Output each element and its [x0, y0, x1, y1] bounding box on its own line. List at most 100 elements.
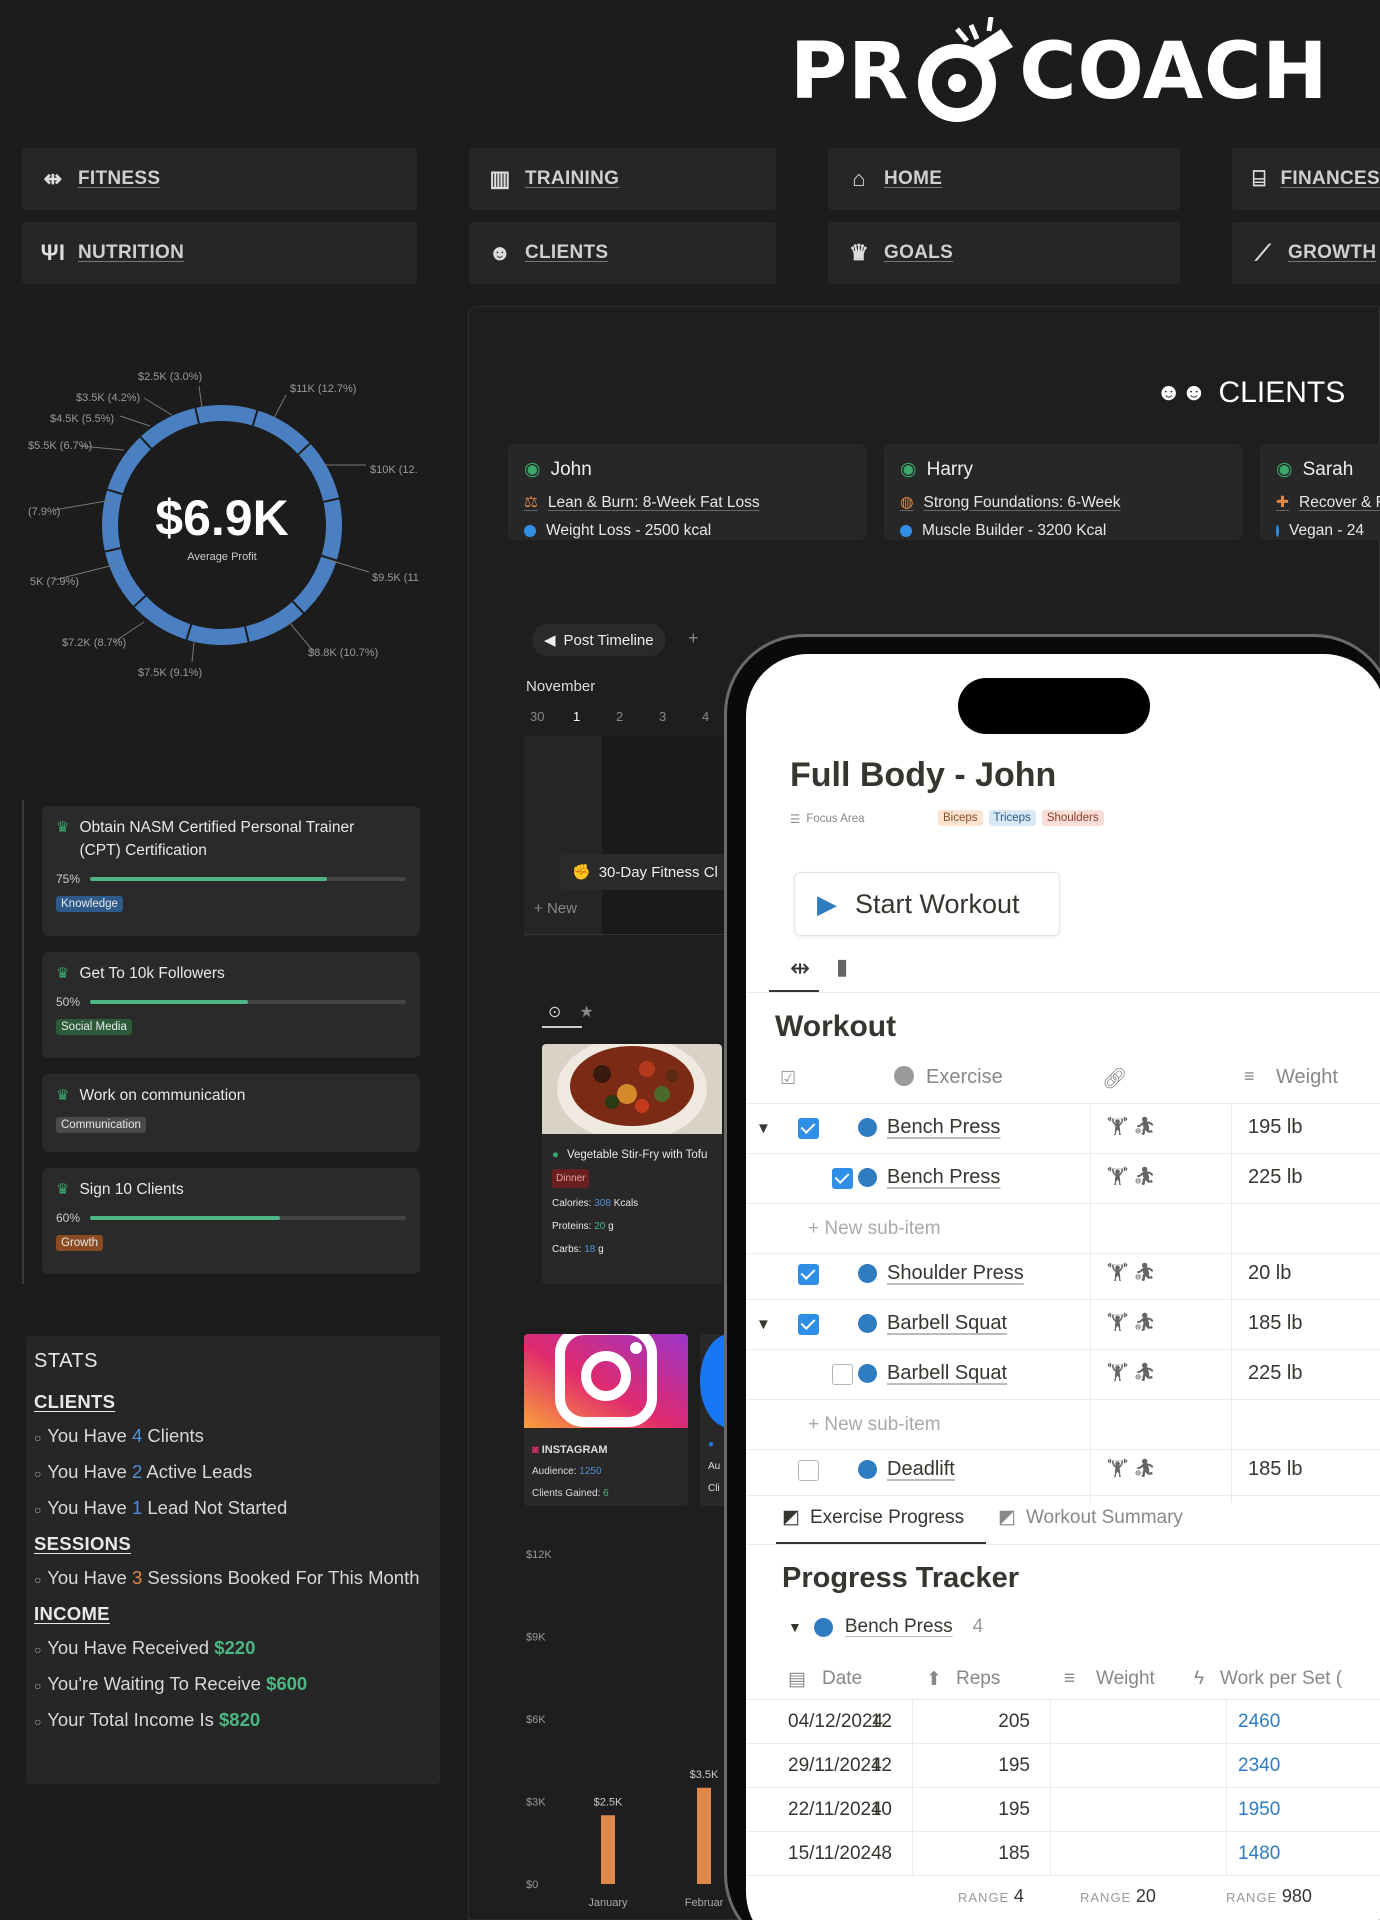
- exercise-demo-icon[interactable]: 🏋︎⛹︎: [1106, 1116, 1160, 1137]
- stat-line: ○ You Have 3 Sessions Booked For This Mon…: [34, 1567, 420, 1588]
- plan-dot-icon: [524, 525, 536, 537]
- tab-divider: [746, 992, 1380, 993]
- exercise-name[interactable]: Bench Press: [858, 1116, 1000, 1139]
- collapse-triangle-icon[interactable]: ▼: [756, 1316, 771, 1333]
- tab-dumbbell-icon[interactable]: ⇹: [790, 954, 810, 983]
- gallery-view-tabs[interactable]: ⊙ ★: [548, 1002, 594, 1022]
- tab-phone-icon[interactable]: ▮: [836, 954, 848, 980]
- progress-row[interactable]: 15/11/2024 8 185 1480: [746, 1832, 1380, 1876]
- chart-bar[interactable]: [697, 1787, 711, 1884]
- nav-clients[interactable]: ☻ CLIENTS: [469, 222, 776, 284]
- focus-tag: Biceps: [938, 810, 983, 826]
- exercise-checkbox[interactable]: [832, 1168, 853, 1189]
- progress-table-header: ▤ Date ⬆ Reps ≡ Weight ϟ Work per Set (: [746, 1656, 1380, 1700]
- donut-label: $2.5K (3.0%): [138, 371, 202, 383]
- exercise-checkbox[interactable]: [798, 1118, 819, 1139]
- exercise-name[interactable]: Barbell Squat: [858, 1312, 1007, 1335]
- tab-exercise-progress[interactable]: ◩ Exercise Progress: [782, 1506, 964, 1529]
- x-tick-label: Februar: [685, 1897, 724, 1909]
- exercise-name[interactable]: Barbell Squat: [858, 1362, 1007, 1385]
- social-name: ◙ INSTAGRAM: [532, 1444, 608, 1456]
- timeline-event[interactable]: ✊ 30-Day Fitness Cl: [560, 854, 740, 890]
- progress-row[interactable]: 04/12/2024 12 205 2460: [746, 1700, 1380, 1744]
- nav-fitness[interactable]: ⇹ FITNESS: [22, 148, 417, 210]
- exercise-name[interactable]: Bench Press: [858, 1166, 1000, 1189]
- exercise-demo-icon[interactable]: 🏋︎⛹︎: [1106, 1362, 1160, 1383]
- exercise-name[interactable]: Deadlift: [858, 1458, 955, 1481]
- exercise-demo-icon[interactable]: 🏋︎⛹︎: [1106, 1166, 1160, 1187]
- progress-work: 2340: [1238, 1755, 1281, 1776]
- goal-card[interactable]: ♛ Work on communication Communication: [42, 1074, 420, 1152]
- new-sub-item-button[interactable]: + New sub-item: [808, 1414, 941, 1436]
- donut-label: $5.5K (6.7%): [28, 440, 92, 452]
- nav-goals[interactable]: ♛ GOALS: [828, 222, 1180, 284]
- instagram-logo-icon: [524, 1334, 688, 1428]
- workout-row[interactable]: ▼ Bench Press 🏋︎⛹︎ 195 lb: [746, 1104, 1380, 1154]
- exercise-weight: 195 lb: [1248, 1116, 1303, 1138]
- tab-workout-summary[interactable]: ◩ Workout Summary: [998, 1506, 1183, 1529]
- y-tick-label: $0: [526, 1879, 538, 1891]
- exercise-weight: 185 lb: [1248, 1458, 1303, 1480]
- new-sub-item-row[interactable]: + New sub-item: [746, 1204, 1380, 1254]
- start-workout-button[interactable]: ▶ Start Workout: [794, 872, 1060, 936]
- workout-row[interactable]: Bench Press 🏋︎⛹︎ 225 lb: [746, 1154, 1380, 1204]
- client-card[interactable]: ◉ Harry ◍ Strong Foundations: 6-Week Muscl…: [884, 444, 1242, 540]
- client-card[interactable]: ◉ John ⚖ Lean & Burn: 8-Week Fat Loss Weig…: [508, 444, 866, 540]
- progress-row[interactable]: 29/11/2024 12 195 2340: [746, 1744, 1380, 1788]
- workout-row[interactable]: ▼ Barbell Squat 🏋︎⛹︎ 185 lb: [746, 1300, 1380, 1350]
- focus-area-label: ☰ Focus Area: [790, 813, 865, 826]
- nav-finances[interactable]: ⌸ FINANCES: [1232, 148, 1380, 210]
- user-circle-icon: ◉: [524, 459, 541, 480]
- profit-donut-chart: $2.5K (3.0%) $3.5K (4.2%) $4.5K (5.5%) $…: [28, 371, 419, 679]
- collapse-triangle-icon[interactable]: ▼: [756, 1120, 771, 1137]
- exercise-checkbox[interactable]: [832, 1364, 853, 1385]
- play-icon: ▶: [817, 888, 837, 919]
- phone-screen: Full Body - John ☰ Focus Area Biceps Tric…: [746, 654, 1380, 1920]
- new-sub-item-row[interactable]: + New sub-item: [746, 1400, 1380, 1450]
- client-card[interactable]: ◉ Sarah ✚ Recover & F Vegan - 24: [1260, 444, 1380, 540]
- circle-icon[interactable]: ⊙: [548, 1002, 561, 1022]
- trophy-icon: ♛: [56, 965, 70, 982]
- workout-row[interactable]: Deadlift 🏋︎⛹︎ 185 lb: [746, 1446, 1380, 1496]
- timeline-new-button[interactable]: + New: [534, 900, 577, 917]
- progress-tracker-title: Progress Tracker: [782, 1562, 1019, 1594]
- meal-card[interactable]: ● Vegetable Stir-Fry with Tofu Dinner Cal…: [542, 1044, 722, 1284]
- exercise-checkbox[interactable]: [798, 1460, 819, 1481]
- goal-card[interactable]: ♛ Get To 10k Followers 50% Social Media: [42, 952, 420, 1058]
- add-view-button[interactable]: +: [688, 628, 699, 649]
- exercise-dot-icon: [813, 1617, 833, 1637]
- nav-home[interactable]: ⌂ HOME: [828, 148, 1180, 210]
- progress-group-header[interactable]: ▼ Bench Press 4: [788, 1616, 983, 1638]
- workout-row[interactable]: Shoulder Press 🏋︎⛹︎ 20 lb: [746, 1250, 1380, 1300]
- exercise-checkbox[interactable]: [798, 1314, 819, 1335]
- workout-row[interactable]: Barbell Squat 🏋︎⛹︎ 225 lb: [746, 1350, 1380, 1400]
- instagram-card[interactable]: ◙ INSTAGRAM Audience: 1250 Clients Gaine…: [524, 1334, 688, 1506]
- goal-card[interactable]: ♛ Obtain NASM Certified Personal Trainer …: [42, 806, 420, 936]
- exercise-name[interactable]: Shoulder Press: [858, 1262, 1024, 1285]
- donut-label: $11K (12.7%): [290, 383, 356, 395]
- progress-row[interactable]: 22/11/2024 10 195 1950: [746, 1788, 1380, 1832]
- goal-card[interactable]: ♛ Sign 10 Clients 60% Growth: [42, 1168, 420, 1274]
- nav-nutrition[interactable]: ΨΙ NUTRITION: [22, 222, 417, 284]
- dashboard-root: PR COACH ⇹ FITNESS ▥ TRAINING ⌂ HOME ⌸ FINAN…: [0, 0, 1380, 1920]
- stat-line: ○ You Have Received $220: [34, 1637, 256, 1658]
- post-timeline-tab[interactable]: ◀ Post Timeline: [532, 624, 666, 656]
- exercise-demo-icon[interactable]: 🏋︎⛹︎: [1106, 1262, 1160, 1283]
- social-audience-label: Au: [708, 1461, 721, 1472]
- chart-bar[interactable]: [601, 1815, 615, 1884]
- new-sub-item-button[interactable]: + New sub-item: [808, 1218, 941, 1240]
- list-icon: ☰: [790, 814, 801, 826]
- star-icon[interactable]: ★: [579, 1002, 593, 1022]
- column-divider: [1231, 1104, 1232, 1502]
- column-divider: [912, 1700, 913, 1876]
- dot-icon: ●: [552, 1149, 559, 1161]
- bar-value-label: $3.5K: [690, 1769, 719, 1781]
- exercise-column-header: Exercise: [926, 1066, 1003, 1088]
- exercise-checkbox[interactable]: [798, 1264, 819, 1285]
- workout-section-title: Workout: [775, 1010, 897, 1043]
- exercise-demo-icon[interactable]: 🏋︎⛹︎: [1106, 1458, 1160, 1479]
- nav-growth[interactable]: ⟋ GROWTH: [1232, 222, 1380, 284]
- nav-training[interactable]: ▥ TRAINING: [469, 148, 776, 210]
- database-icon: ≡: [1064, 1668, 1076, 1689]
- exercise-demo-icon[interactable]: 🏋︎⛹︎: [1106, 1312, 1160, 1333]
